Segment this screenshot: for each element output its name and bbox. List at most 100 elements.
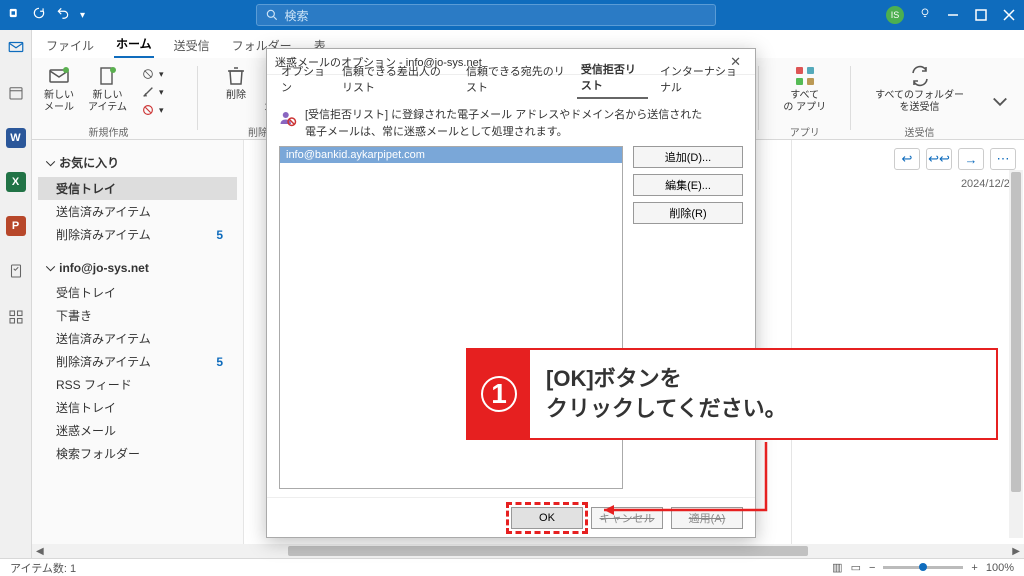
status-item-count: アイテム数: 1 (10, 560, 76, 576)
callout-text: [OK]ボタンを クリックしてください。 (530, 358, 803, 429)
minimize-button[interactable] (946, 8, 960, 22)
nav-item-label: 受信トレイ (56, 180, 116, 197)
more-apps-icon[interactable] (5, 306, 27, 328)
dialog-tab-safe-recipients[interactable]: 信頼できる宛先のリスト (462, 59, 569, 99)
avatar[interactable]: IS (886, 6, 904, 24)
account-header-label: info@jo-sys.net (59, 261, 149, 275)
delete-button[interactable]: 削除 (218, 62, 254, 104)
nav-acct-searchfolders[interactable]: 検索フォルダー (38, 442, 237, 465)
ribbon-collapse-button[interactable] (984, 89, 1016, 113)
apps-icon (793, 64, 817, 88)
vertical-scrollbar[interactable] (1009, 170, 1023, 538)
remove-button[interactable]: 削除(R) (633, 202, 743, 224)
view-normal-icon[interactable]: ▥ (832, 561, 842, 574)
word-app-icon[interactable]: W (6, 128, 26, 148)
list-item[interactable]: info@bankid.aykarpipet.com (280, 147, 622, 163)
favorites-header[interactable]: お気に入り (38, 148, 237, 177)
search-input[interactable]: 検索 (256, 4, 716, 26)
delete-label: 削除 (226, 90, 246, 102)
scrollbar-thumb[interactable] (1011, 172, 1021, 492)
sync-icon[interactable] (32, 6, 46, 25)
sendrecv-all-label: すべてのフォルダーを送受信 (875, 90, 964, 114)
new-item-button[interactable]: 新しいアイテム (84, 62, 131, 116)
tab-home[interactable]: ホーム (114, 31, 154, 58)
folder-nav: お気に入り 受信トレイ 送信済みアイテム 削除済みアイテム 5 info@jo-s… (32, 140, 244, 558)
reply-button[interactable]: ↩ (894, 148, 920, 170)
close-button[interactable] (1002, 8, 1016, 22)
mail-app-icon[interactable] (5, 36, 27, 58)
forward-button[interactable]: → (958, 148, 984, 170)
callout-number: 1 (468, 350, 530, 438)
dialog-tab-options[interactable]: オプション (277, 59, 330, 99)
nav-fav-inbox[interactable]: 受信トレイ (38, 177, 237, 200)
new-item-label: 新しいアイテム (88, 90, 127, 114)
reply-all-button[interactable]: ↩↩ (926, 148, 952, 170)
excel-app-icon[interactable]: X (6, 172, 26, 192)
nav-acct-junk[interactable]: 迷惑メール (38, 419, 237, 442)
more-actions-button[interactable]: ⋯ (990, 148, 1016, 170)
tab-file[interactable]: ファイル (44, 33, 96, 58)
new-mail-label: 新しいメール (44, 90, 74, 114)
title-bar: ▾ 検索 IS (0, 0, 1024, 30)
zoom-slider[interactable] (883, 566, 963, 569)
tab-sendreceive[interactable]: 送受信 (172, 33, 212, 58)
sendrecv-icon (908, 64, 932, 88)
nav-acct-sent[interactable]: 送信済みアイテム (38, 327, 237, 350)
zoom-out[interactable]: − (869, 562, 875, 574)
dialog-tab-safe-senders[interactable]: 信頼できる差出人のリスト (338, 59, 454, 99)
nav-fav-sent[interactable]: 送信済みアイテム (38, 200, 237, 223)
nav-fav-deleted[interactable]: 削除済みアイテム 5 (38, 223, 237, 246)
zoom-label: 100% (986, 562, 1014, 574)
ribbon-group-apps: すべての アプリ アプリ (779, 62, 830, 139)
outlook-icon (8, 6, 22, 25)
nav-acct-outbox[interactable]: 送信トレイ (38, 396, 237, 419)
horizontal-scrollbar[interactable]: ◀ ▶ (32, 544, 1024, 558)
nav-acct-inbox[interactable]: 受信トレイ (38, 281, 237, 304)
instruction-callout: 1 [OK]ボタンを クリックしてください。 (466, 348, 998, 440)
apply-button[interactable]: 適用(A) (671, 507, 743, 529)
nav-acct-rss[interactable]: RSS フィード (38, 373, 237, 396)
powerpoint-app-icon[interactable]: P (6, 216, 26, 236)
nav-acct-deleted[interactable]: 削除済みアイテム5 (38, 350, 237, 373)
dialog-tab-blocked[interactable]: 受信拒否リスト (577, 57, 648, 99)
nav-acct-drafts[interactable]: 下書き (38, 304, 237, 327)
ribbon-group-new: 新しいメール 新しいアイテム ▾ ▾ ▾ 新規作成 (40, 62, 177, 139)
edit-button[interactable]: 編集(E)... (633, 174, 743, 196)
maximize-button[interactable] (974, 8, 988, 22)
dialog-desc-line1: [受信拒否リスト] に登録された電子メール アドレスやドメイン名から送信された (305, 107, 702, 124)
nav-item-label: RSS フィード (56, 376, 132, 393)
nav-item-label: 削除済みアイテム (56, 226, 151, 243)
ribbon-group-new-label: 新規作成 (89, 124, 129, 139)
ribbon-small-clean[interactable]: ▾ (137, 84, 177, 100)
nav-item-label: 検索フォルダー (56, 445, 140, 462)
ribbon-small-junk[interactable]: ▾ (137, 102, 177, 118)
callout-line1: [OK]ボタンを (546, 364, 787, 394)
dialog-tab-international[interactable]: インターナショナル (656, 59, 745, 99)
dialog-desc-line2: 電子メールは、常に迷惑メールとして処理されます。 (305, 124, 702, 141)
chevron-down-icon (46, 155, 55, 170)
calendar-app-icon[interactable] (5, 82, 27, 104)
ribbon-divider (197, 66, 198, 130)
all-apps-button[interactable]: すべての アプリ (779, 62, 830, 116)
nav-item-count: 5 (216, 228, 231, 242)
scrollbar-thumb[interactable] (288, 546, 808, 556)
ok-button[interactable]: OK (511, 507, 583, 529)
search-icon (265, 8, 279, 22)
send-receive-all-button[interactable]: すべてのフォルダーを送受信 (871, 62, 968, 116)
status-bar: アイテム数: 1 ▥ ▭ − + 100% (0, 558, 1024, 576)
undo-icon[interactable] (56, 6, 70, 25)
lightbulb-icon[interactable] (918, 6, 932, 25)
account-header[interactable]: info@jo-sys.net (38, 254, 237, 281)
chevron-down-icon (46, 260, 55, 275)
nav-item-label: 削除済みアイテム (56, 353, 151, 370)
zoom-slider-thumb[interactable] (919, 563, 927, 571)
cancel-button[interactable]: キャンセル (591, 507, 663, 529)
favorites-header-label: お気に入り (59, 154, 119, 171)
ribbon-small-ignore[interactable]: ▾ (137, 66, 177, 82)
new-mail-button[interactable]: 新しいメール (40, 62, 78, 116)
view-reading-icon[interactable]: ▭ (851, 561, 861, 574)
todo-app-icon[interactable] (5, 260, 27, 282)
zoom-in[interactable]: + (971, 562, 977, 574)
ribbon-group-delete-label: 削除 (248, 124, 268, 139)
add-button[interactable]: 追加(D)... (633, 146, 743, 168)
